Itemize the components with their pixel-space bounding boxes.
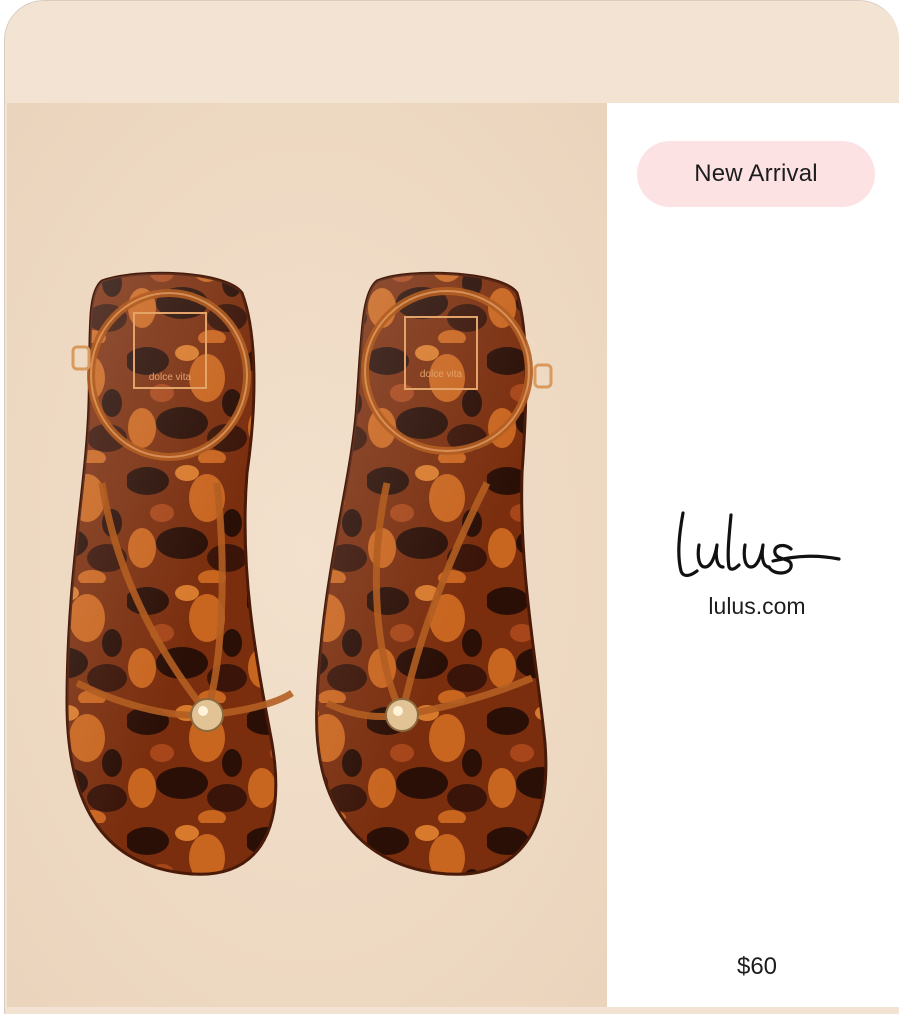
lulus-logo-icon (677, 511, 841, 578)
product-card[interactable]: dolce vita dolce vita New Arrival lulus.… (4, 0, 899, 1014)
product-image[interactable]: dolce vita dolce vita (7, 103, 607, 1007)
store-url[interactable]: lulus.com (607, 593, 899, 620)
lulus-logo[interactable] (669, 505, 849, 585)
new-arrival-badge: New Arrival (637, 141, 875, 207)
card-bottom-strip (5, 1007, 899, 1014)
right-insole-brand-text: dolce vita (420, 369, 463, 380)
left-insole-brand-text: dolce vita (149, 372, 192, 383)
product-info-panel: New Arrival lulus.com $60 (607, 103, 899, 1007)
product-price: $60 (736, 953, 778, 980)
